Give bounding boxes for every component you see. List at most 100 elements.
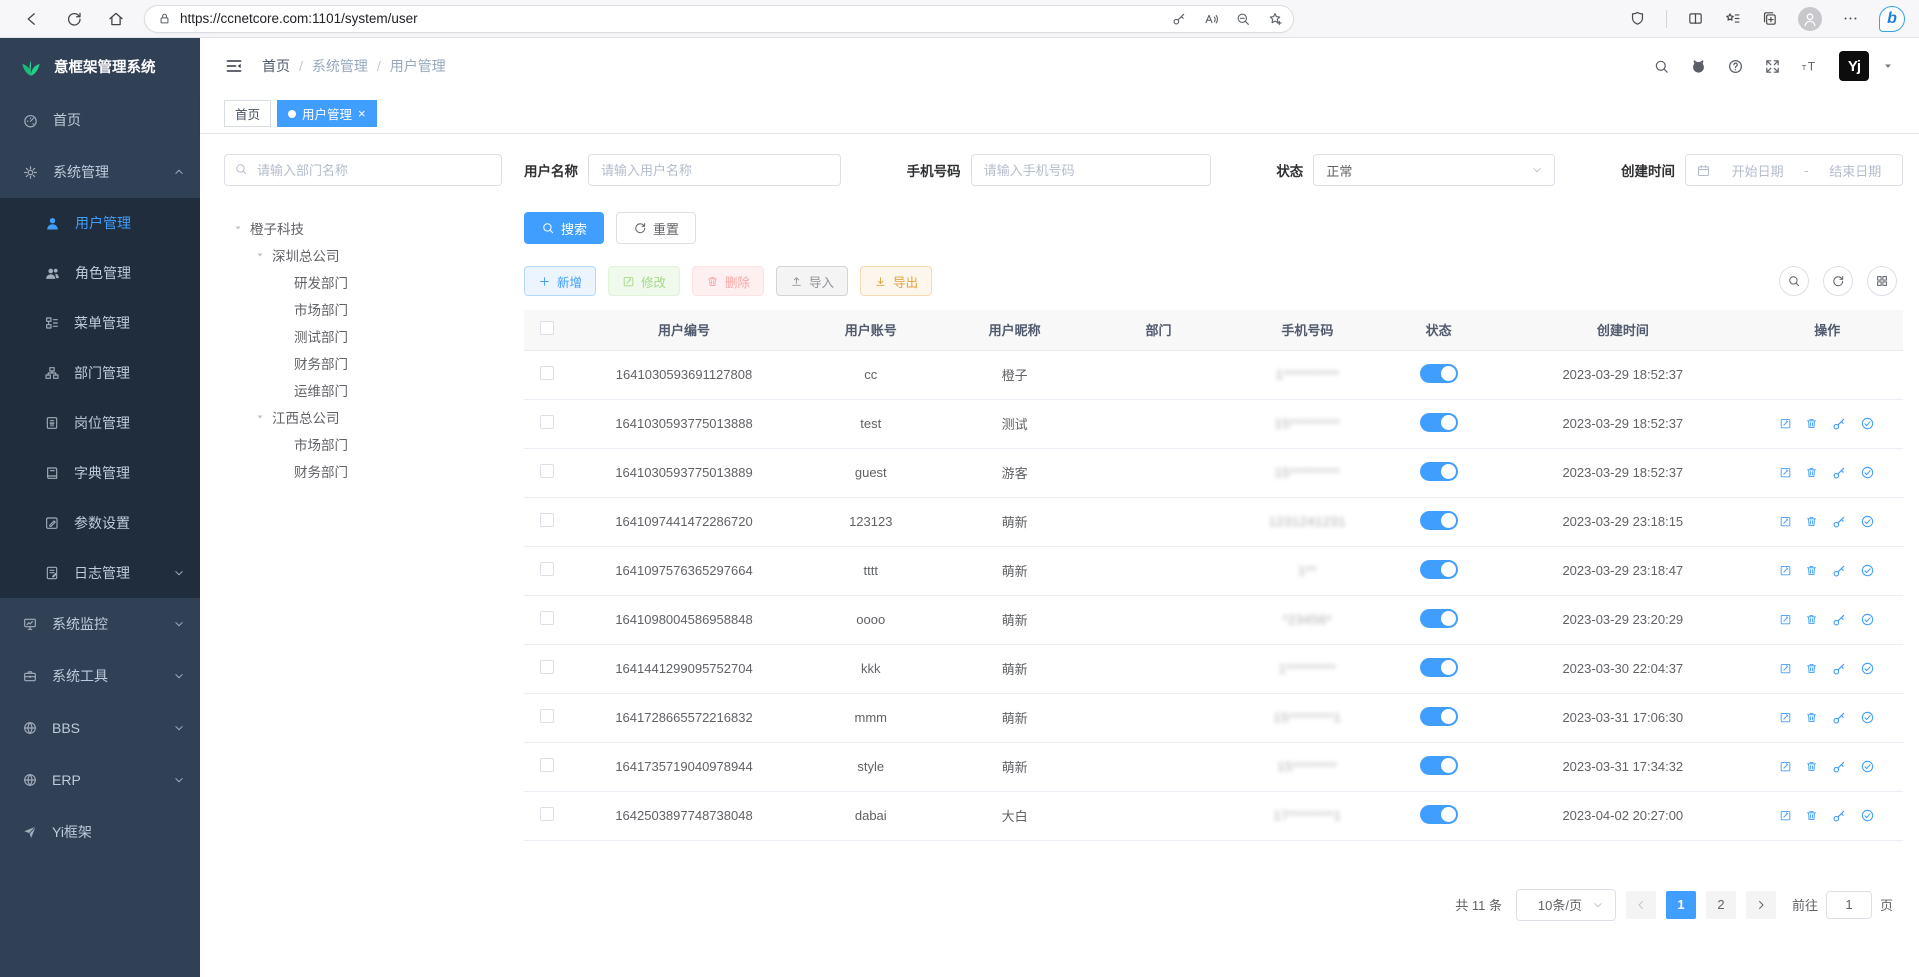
add-user-button[interactable]: 新增 xyxy=(524,266,596,296)
reset-password-icon[interactable] xyxy=(1831,661,1847,677)
search-icon[interactable] xyxy=(1653,58,1670,75)
reset-password-icon[interactable] xyxy=(1831,465,1847,481)
page-button-1[interactable]: 1 xyxy=(1666,891,1696,919)
favorite-star-icon[interactable] xyxy=(1267,11,1283,27)
status-toggle[interactable] xyxy=(1420,413,1458,432)
toggle-search-button[interactable] xyxy=(1779,266,1809,296)
user-menu-caret-icon[interactable] xyxy=(1881,59,1895,73)
tree-expand-caret-icon[interactable] xyxy=(232,223,244,233)
password-key-icon[interactable] xyxy=(1171,11,1187,27)
browser-essentials-icon[interactable] xyxy=(1629,10,1646,27)
user-avatar[interactable]: Yj xyxy=(1839,51,1869,81)
row-checkbox[interactable] xyxy=(540,513,554,527)
tree-node-市场部门[interactable]: 市场部门 xyxy=(224,430,502,457)
url-input[interactable] xyxy=(180,11,1171,26)
tree-node-橙子科技[interactable]: 橙子科技 xyxy=(224,214,502,241)
page-size-select[interactable]: 10条/页 xyxy=(1516,889,1616,921)
browser-home-button[interactable] xyxy=(102,5,130,33)
sidebar-item-BBS[interactable]: BBS xyxy=(0,702,200,754)
collapse-sidebar-icon[interactable] xyxy=(224,56,244,76)
fullscreen-icon[interactable] xyxy=(1764,58,1781,75)
assign-role-icon[interactable] xyxy=(1860,416,1875,432)
sidebar-item-系统工具[interactable]: 系统工具 xyxy=(0,650,200,702)
row-checkbox[interactable] xyxy=(540,807,554,821)
more-menu-icon[interactable] xyxy=(1842,10,1859,27)
status-filter-select[interactable]: 正常 xyxy=(1313,154,1555,186)
edit-row-icon[interactable] xyxy=(1779,563,1792,579)
delete-row-icon[interactable] xyxy=(1805,759,1818,775)
delete-row-icon[interactable] xyxy=(1805,612,1818,628)
split-screen-icon[interactable] xyxy=(1687,10,1704,27)
sidebar-item-系统管理[interactable]: 系统管理 xyxy=(0,146,200,198)
sidebar-item-Yi框架[interactable]: Yi框架 xyxy=(0,806,200,858)
github-icon[interactable] xyxy=(1690,58,1707,75)
export-button[interactable]: 导出 xyxy=(860,266,932,296)
goto-page-input[interactable] xyxy=(1826,891,1872,919)
username-filter-input[interactable] xyxy=(588,154,841,186)
sidebar-item-系统监控[interactable]: 系统监控 xyxy=(0,598,200,650)
page-button-2[interactable]: 2 xyxy=(1706,891,1736,919)
edit-row-icon[interactable] xyxy=(1779,416,1792,432)
delete-row-icon[interactable] xyxy=(1805,416,1818,432)
tab-用户管理[interactable]: 用户管理× xyxy=(277,100,377,127)
edit-row-icon[interactable] xyxy=(1779,465,1792,481)
status-toggle[interactable] xyxy=(1420,707,1458,726)
edit-user-button[interactable]: 修改 xyxy=(608,266,680,296)
department-search-input[interactable] xyxy=(224,154,502,186)
edit-row-icon[interactable] xyxy=(1779,759,1792,775)
reset-password-icon[interactable] xyxy=(1831,710,1847,726)
sidebar-item-部门管理[interactable]: 部门管理 xyxy=(0,348,200,398)
address-bar[interactable] xyxy=(144,5,1294,33)
delete-user-button[interactable]: 删除 xyxy=(692,266,764,296)
sidebar-item-首页[interactable]: 首页 xyxy=(0,94,200,146)
tab-首页[interactable]: 首页 xyxy=(224,100,271,127)
tab-close-icon[interactable]: × xyxy=(358,106,366,121)
row-checkbox[interactable] xyxy=(540,415,554,429)
prev-page-button[interactable] xyxy=(1626,891,1656,919)
next-page-button[interactable] xyxy=(1746,891,1776,919)
reset-password-icon[interactable] xyxy=(1831,808,1847,824)
created-date-range-picker[interactable]: 开始日期 - 结束日期 xyxy=(1685,154,1903,186)
assign-role-icon[interactable] xyxy=(1860,465,1875,481)
tree-node-财务部门[interactable]: 财务部门 xyxy=(224,457,502,484)
tree-expand-caret-icon[interactable] xyxy=(254,250,266,260)
tree-expand-caret-icon[interactable] xyxy=(254,412,266,422)
sidebar-item-日志管理[interactable]: 日志管理 xyxy=(0,548,200,598)
reset-password-icon[interactable] xyxy=(1831,416,1847,432)
help-icon[interactable] xyxy=(1727,58,1744,75)
row-checkbox[interactable] xyxy=(540,660,554,674)
edit-row-icon[interactable] xyxy=(1779,612,1792,628)
font-size-icon[interactable]: TT xyxy=(1801,57,1819,75)
edit-row-icon[interactable] xyxy=(1779,514,1792,530)
reset-button[interactable]: 重置 xyxy=(616,212,696,244)
assign-role-icon[interactable] xyxy=(1860,661,1875,677)
status-toggle[interactable] xyxy=(1420,560,1458,579)
sidebar-item-菜单管理[interactable]: 菜单管理 xyxy=(0,298,200,348)
sidebar-item-用户管理[interactable]: 用户管理 xyxy=(0,198,200,248)
sidebar-item-角色管理[interactable]: 角色管理 xyxy=(0,248,200,298)
row-checkbox[interactable] xyxy=(540,464,554,478)
search-button[interactable]: 搜索 xyxy=(524,212,604,244)
tree-node-市场部门[interactable]: 市场部门 xyxy=(224,295,502,322)
row-checkbox[interactable] xyxy=(540,758,554,772)
assign-role-icon[interactable] xyxy=(1860,563,1875,579)
tree-node-江西总公司[interactable]: 江西总公司 xyxy=(224,403,502,430)
delete-row-icon[interactable] xyxy=(1805,514,1818,530)
reset-password-icon[interactable] xyxy=(1831,563,1847,579)
status-toggle[interactable] xyxy=(1420,756,1458,775)
sidebar-item-ERP[interactable]: ERP xyxy=(0,754,200,806)
favorites-bar-icon[interactable] xyxy=(1724,10,1741,27)
column-visibility-button[interactable] xyxy=(1867,266,1897,296)
sidebar-item-参数设置[interactable]: 参数设置 xyxy=(0,498,200,548)
delete-row-icon[interactable] xyxy=(1805,808,1818,824)
reset-password-icon[interactable] xyxy=(1831,514,1847,530)
delete-row-icon[interactable] xyxy=(1805,563,1818,579)
browser-back-button[interactable] xyxy=(18,5,46,33)
browser-profile-avatar[interactable] xyxy=(1798,7,1822,31)
edit-row-icon[interactable] xyxy=(1779,710,1792,726)
row-checkbox[interactable] xyxy=(540,709,554,723)
assign-role-icon[interactable] xyxy=(1860,710,1875,726)
tree-node-财务部门[interactable]: 财务部门 xyxy=(224,349,502,376)
status-toggle[interactable] xyxy=(1420,805,1458,824)
edit-row-icon[interactable] xyxy=(1779,661,1792,677)
